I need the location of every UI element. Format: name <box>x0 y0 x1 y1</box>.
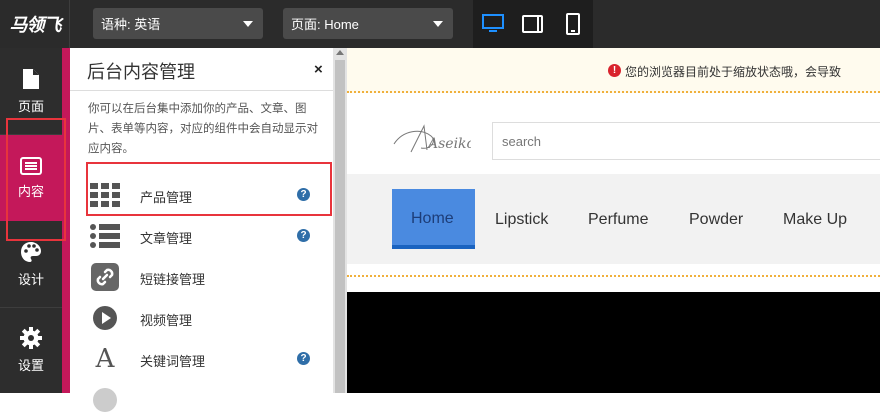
tablet-view-button[interactable] <box>513 0 553 48</box>
site-logo[interactable]: Aseiko <box>391 122 475 156</box>
close-button[interactable]: × <box>314 61 323 78</box>
list-icon <box>20 156 42 175</box>
link-icon <box>90 263 120 291</box>
panel-item-label: 文章管理 <box>140 231 193 246</box>
language-select-value: 语种: 英语 <box>101 17 161 32</box>
nav-item-settings[interactable]: 设置 <box>0 307 62 393</box>
gear-icon <box>20 326 42 349</box>
nav-item-label: 内容 <box>17 183 44 199</box>
notice-text: 您的浏览器目前处于缩放状态哦，会导致 <box>625 65 842 79</box>
site-nav-label: Home <box>411 210 454 227</box>
alert-icon: ! <box>608 64 621 77</box>
mobile-icon <box>566 13 580 35</box>
nav-item-design[interactable]: 设计 <box>0 221 62 307</box>
site-nav-home[interactable]: Home <box>392 189 475 249</box>
desktop-icon <box>482 14 504 32</box>
content-panel: 后台内容管理 × 你可以在后台集中添加你的产品、文章、图片、表单等内容，对应的组… <box>70 48 333 412</box>
app-logo-text: 马领飞 <box>9 15 62 35</box>
divider <box>70 90 333 91</box>
nav-item-label: 设置 <box>17 357 44 373</box>
panel-item-partial[interactable] <box>70 382 333 418</box>
palette-icon <box>21 241 41 262</box>
panel-item-videos[interactable]: 视频管理 <box>70 300 333 336</box>
mobile-view-button[interactable] <box>553 0 593 48</box>
active-indicator <box>62 48 70 393</box>
panel-item-articles[interactable]: 文章管理 ? <box>70 218 333 254</box>
panel-item-label: 视频管理 <box>140 313 193 328</box>
help-icon[interactable]: ? <box>297 352 310 365</box>
scroll-thumb[interactable] <box>335 60 345 393</box>
nav-item-page[interactable]: 页面 <box>0 48 62 134</box>
help-icon[interactable]: ? <box>297 188 310 201</box>
site-logo-mark: Aseiko <box>393 124 475 153</box>
divider <box>347 275 880 277</box>
panel-description: 你可以在后台集中添加你的产品、文章、图片、表单等内容，对应的组件中会自动显示对应… <box>88 103 318 155</box>
device-switcher <box>473 0 593 48</box>
panel-item-keywords[interactable]: A 关键词管理 ? <box>70 341 333 377</box>
panel-item-products[interactable]: 产品管理 ? <box>70 177 333 213</box>
panel-scrollbar[interactable] <box>333 48 347 393</box>
left-nav: 页面 内容 设计 设置 <box>0 48 62 393</box>
site-nav-makeup[interactable]: Make Up <box>783 211 847 229</box>
site-preview: ! 您的浏览器目前处于缩放状态哦，会导致 Aseiko search Home … <box>347 48 880 393</box>
panel-item-label: 短链接管理 <box>140 272 206 287</box>
panel-item-label: 关键词管理 <box>140 354 206 369</box>
chevron-down-icon <box>243 21 253 27</box>
nav-item-content[interactable]: 内容 <box>0 135 62 221</box>
play-icon <box>90 304 120 332</box>
divider <box>69 0 70 48</box>
help-icon[interactable]: ? <box>297 229 310 242</box>
search-placeholder: search <box>502 134 542 149</box>
site-logo-text: Aseiko <box>426 136 471 152</box>
scroll-up-arrow-icon[interactable] <box>336 50 344 55</box>
top-bar: 马领飞 语种: 英语 页面: Home <box>0 0 880 48</box>
tablet-icon <box>522 15 543 33</box>
list-icon <box>90 222 120 250</box>
site-search-input[interactable]: search <box>492 122 880 160</box>
desktop-view-button[interactable] <box>473 0 513 48</box>
panel-item-short-links[interactable]: 短链接管理 <box>70 259 333 295</box>
page-select[interactable]: 页面: Home <box>283 8 453 39</box>
language-select[interactable]: 语种: 英语 <box>93 8 263 39</box>
letter-a-icon: A <box>95 344 115 374</box>
chevron-down-icon <box>433 21 443 27</box>
panel-item-label: 产品管理 <box>140 190 193 205</box>
nav-item-label: 设计 <box>17 271 44 287</box>
nav-item-label: 页面 <box>17 98 44 114</box>
panel-title: 后台内容管理 <box>87 62 195 82</box>
site-nav-lipstick[interactable]: Lipstick <box>495 211 548 229</box>
site-banner <box>347 292 880 393</box>
site-nav-powder[interactable]: Powder <box>689 211 743 229</box>
app-logo[interactable]: 马领飞 <box>0 0 70 48</box>
site-navbar: Home Lipstick Perfume Powder Make Up <box>347 174 880 264</box>
partial-icon <box>90 386 120 414</box>
file-icon <box>23 68 39 89</box>
zoom-notice: ! 您的浏览器目前处于缩放状态哦，会导致 <box>347 48 880 93</box>
site-nav-perfume[interactable]: Perfume <box>588 211 648 229</box>
grid-icon <box>90 181 120 209</box>
page-select-value: 页面: Home <box>291 17 359 32</box>
